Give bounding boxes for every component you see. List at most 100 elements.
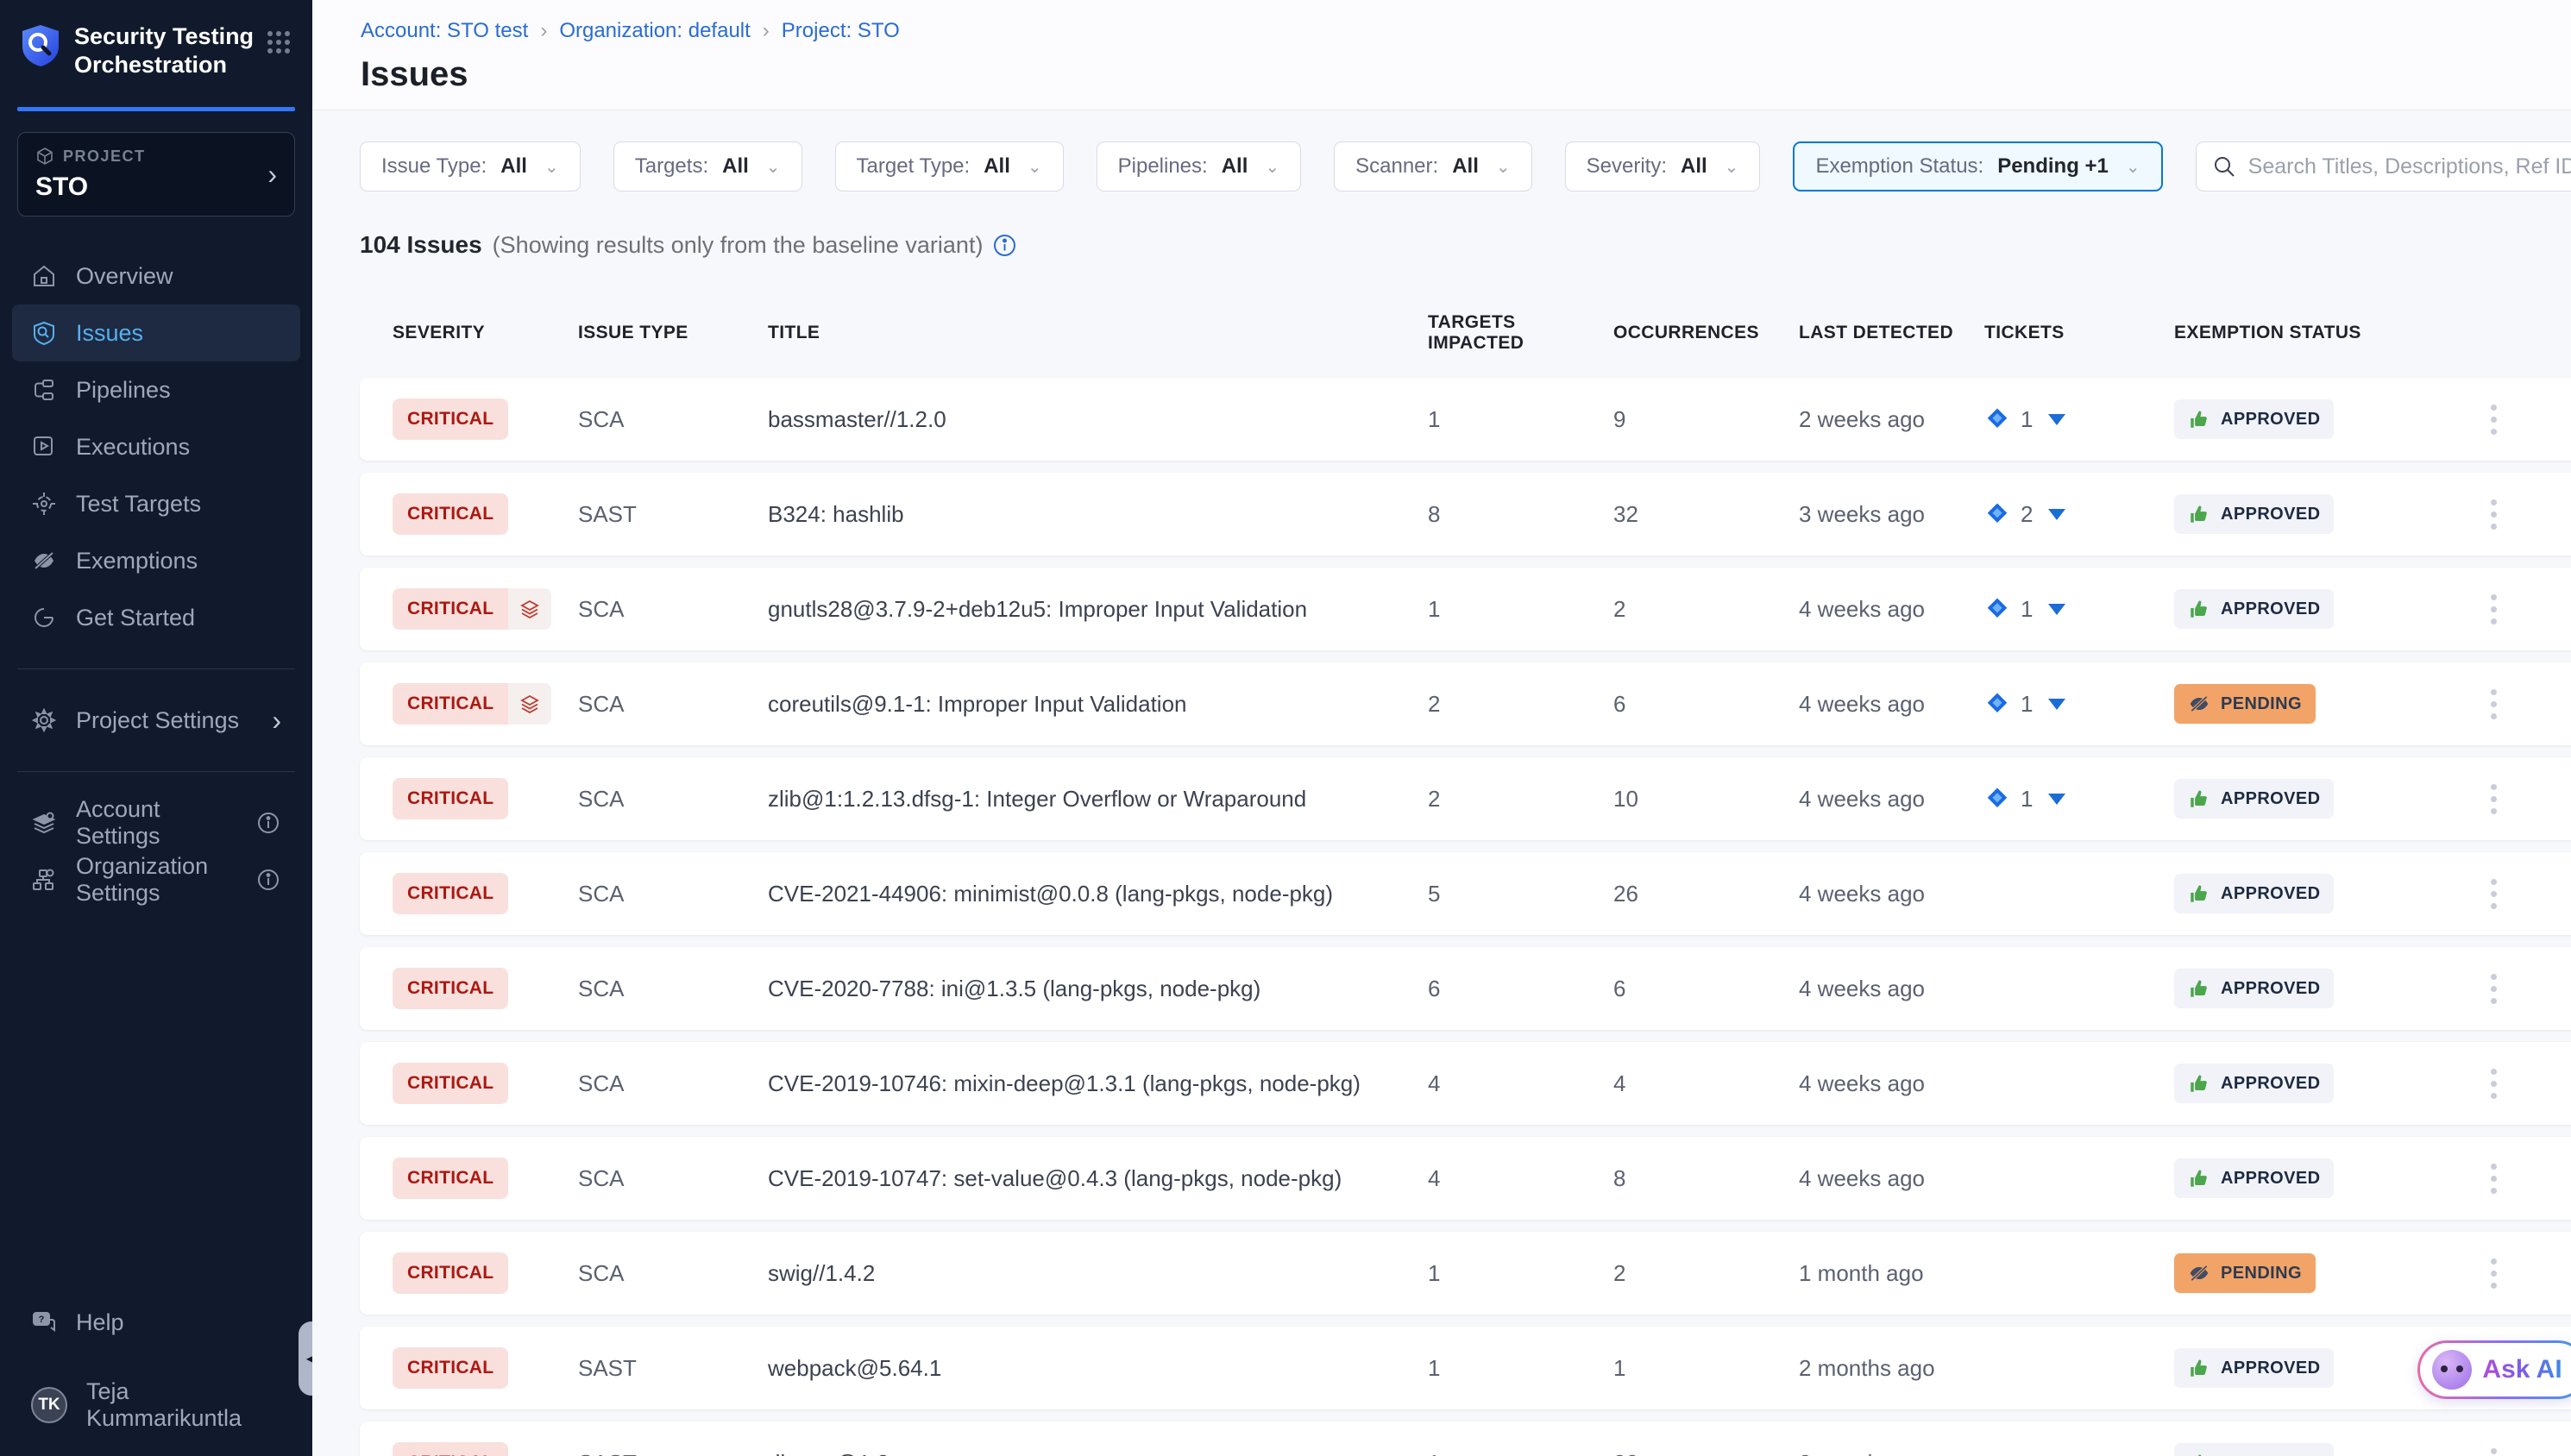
- chevron-down-icon: ⌄: [544, 156, 559, 178]
- filter-exemption-status[interactable]: Exemption Status:Pending +1⌄: [1793, 141, 2162, 191]
- jira-ticket-icon[interactable]: [1984, 596, 2010, 622]
- exemption-status-label: PENDING: [2221, 1264, 2302, 1283]
- search-input[interactable]: [2248, 154, 2571, 179]
- last-detected-cell: 4 weeks ago: [1799, 1165, 1984, 1192]
- severity-label: CRITICAL: [393, 1442, 508, 1456]
- table-row[interactable]: CRITICAL SCA gnutls28@3.7.9-2+deb12u5: I…: [360, 568, 2571, 650]
- table-row[interactable]: CRITICAL SAST django@1.2 1 22 2 months a…: [360, 1421, 2571, 1456]
- ticket-count: 1: [2021, 406, 2033, 433]
- ai-robot-icon: [2432, 1350, 2472, 1390]
- ticket-dropdown-caret-icon[interactable]: [2048, 509, 2065, 520]
- info-icon[interactable]: [255, 869, 281, 891]
- table-row[interactable]: CRITICAL SCA CVE-2020-7788: ini@1.3.5 (l…: [360, 947, 2571, 1030]
- shield-search-icon: [31, 320, 57, 346]
- row-menu-kebab-icon[interactable]: [2476, 499, 2511, 530]
- row-menu-kebab-icon[interactable]: [2476, 1164, 2511, 1194]
- severity-badge: CRITICAL: [393, 873, 508, 914]
- sidebar-item-issues[interactable]: Issues: [12, 304, 300, 361]
- table-row[interactable]: CRITICAL SCA CVE-2019-10746: mixin-deep@…: [360, 1042, 2571, 1125]
- main-area: Account: STO test › Organization: defaul…: [312, 0, 2571, 1456]
- sidebar-item-get-started[interactable]: Get Started: [12, 589, 300, 646]
- occurrences-cell: 10: [1613, 786, 1799, 813]
- jira-ticket-icon[interactable]: [1984, 501, 2010, 527]
- last-detected-cell: 1 month ago: [1799, 1260, 1984, 1287]
- last-detected-cell: 2 months ago: [1799, 1450, 1984, 1456]
- row-menu-kebab-icon[interactable]: [2476, 689, 2511, 719]
- row-menu-kebab-icon[interactable]: [2476, 1258, 2511, 1289]
- ticket-dropdown-caret-icon[interactable]: [2048, 699, 2065, 710]
- ask-ai-button[interactable]: Ask AI: [2417, 1340, 2571, 1399]
- breadcrumb-account-link[interactable]: Account: STO test: [361, 19, 528, 43]
- sidebar-item-help[interactable]: ? Help: [12, 1294, 300, 1351]
- table-header-row: SEVERITY ISSUE TYPE TITLE TARGETS IMPACT…: [360, 312, 2571, 354]
- jira-ticket-icon[interactable]: [1984, 691, 2010, 717]
- ticket-dropdown-caret-icon[interactable]: [2048, 414, 2065, 425]
- exemption-status-badge: APPROVED: [2174, 1443, 2334, 1456]
- filter-targets[interactable]: Targets:All⌄: [613, 141, 802, 191]
- sidebar-item-pipelines[interactable]: Pipelines: [12, 361, 300, 418]
- exemption-status-badge: APPROVED: [2174, 399, 2334, 439]
- filter-issue-type[interactable]: Issue Type:All⌄: [360, 141, 581, 191]
- row-menu-kebab-icon[interactable]: [2476, 405, 2511, 435]
- table-row[interactable]: CRITICAL SCA CVE-2019-10747: set-value@0…: [360, 1137, 2571, 1220]
- sidebar-item-test-targets[interactable]: Test Targets: [12, 475, 300, 532]
- row-menu-kebab-icon[interactable]: [2476, 1069, 2511, 1099]
- row-menu-kebab-icon[interactable]: [2476, 784, 2511, 814]
- sidebar-item-organization-settings[interactable]: Organization Settings: [12, 851, 300, 908]
- info-icon[interactable]: [993, 234, 1016, 257]
- issue-type-cell: SCA: [578, 596, 768, 623]
- sidebar-item-account-settings[interactable]: Account Settings: [12, 794, 300, 851]
- row-menu-kebab-icon[interactable]: [2476, 1448, 2511, 1456]
- severity-badge: CRITICAL: [393, 1252, 508, 1294]
- table-row[interactable]: CRITICAL SCA swig//1.4.2 1 2 1 month ago…: [360, 1232, 2571, 1315]
- exemption-status-label: APPROVED: [2221, 599, 2320, 619]
- filter-severity[interactable]: Severity:All⌄: [1565, 141, 1761, 191]
- occurrences-cell: 1: [1613, 1355, 1799, 1382]
- project-selector[interactable]: PROJECT STO ›: [17, 132, 295, 217]
- exemption-status-label: APPROVED: [2221, 1074, 2320, 1094]
- table-row[interactable]: CRITICAL SAST B324: hashlib 8 32 3 weeks…: [360, 473, 2571, 555]
- ticket-dropdown-caret-icon[interactable]: [2048, 604, 2065, 615]
- issue-type-cell: SAST: [578, 1355, 768, 1382]
- filter-pipelines[interactable]: Pipelines:All⌄: [1097, 141, 1302, 191]
- issue-title-cell: zlib@1:1.2.13.dfsg-1: Integer Overflow o…: [768, 786, 1428, 813]
- sidebar-item-project-settings[interactable]: Project Settings ›: [12, 692, 300, 749]
- org-tree-gear-icon: [31, 867, 57, 893]
- occurrences-cell: 22: [1613, 1450, 1799, 1456]
- col-targets-impacted: TARGETS IMPACTED: [1428, 312, 1613, 354]
- row-menu-kebab-icon[interactable]: [2476, 974, 2511, 1004]
- targets-impacted-cell: 1: [1428, 406, 1613, 433]
- sidebar-divider: [17, 771, 295, 772]
- row-menu-kebab-icon[interactable]: [2476, 594, 2511, 624]
- chevron-separator-icon: ›: [763, 19, 770, 43]
- sidebar-item-exemptions[interactable]: Exemptions: [12, 532, 300, 589]
- table-row[interactable]: CRITICAL SCA coreutils@9.1-1: Improper I…: [360, 662, 2571, 745]
- sto-shield-logo-icon: [21, 24, 60, 67]
- table-row[interactable]: CRITICAL SCA zlib@1:1.2.13.dfsg-1: Integ…: [360, 757, 2571, 840]
- row-menu-kebab-icon[interactable]: [2476, 879, 2511, 909]
- tickets-cell: 1: [1984, 691, 2174, 718]
- last-detected-cell: 4 weeks ago: [1799, 596, 1984, 623]
- breadcrumb-organization-link[interactable]: Organization: default: [559, 19, 750, 43]
- user-menu[interactable]: TK Teja Kummarikuntla: [12, 1377, 300, 1434]
- app-grid-icon[interactable]: [266, 29, 292, 55]
- jira-ticket-icon[interactable]: [1984, 786, 2010, 812]
- filter-scanner[interactable]: Scanner:All⌄: [1334, 141, 1532, 191]
- info-icon[interactable]: [255, 812, 281, 834]
- issue-title-cell: bassmaster//1.2.0: [768, 406, 1428, 433]
- tickets-cell: 1: [1984, 406, 2174, 433]
- targets-impacted-cell: 2: [1428, 691, 1613, 718]
- jira-ticket-icon[interactable]: [1984, 406, 2010, 432]
- ticket-dropdown-caret-icon[interactable]: [2048, 794, 2065, 805]
- sidebar-divider: [17, 668, 295, 669]
- sidebar-item-label: Organization Settings: [76, 853, 236, 907]
- ticket-count: 1: [2021, 786, 2033, 813]
- chevron-down-icon: ⌄: [1265, 156, 1279, 178]
- filter-target-type[interactable]: Target Type:All⌄: [835, 141, 1064, 191]
- sidebar-item-executions[interactable]: Executions: [12, 418, 300, 475]
- table-row[interactable]: CRITICAL SCA CVE-2021-44906: minimist@0.…: [360, 852, 2571, 935]
- sidebar-item-overview[interactable]: Overview: [12, 248, 300, 304]
- table-row[interactable]: CRITICAL SAST webpack@5.64.1 1 1 2 month…: [360, 1327, 2571, 1409]
- breadcrumb-project-link[interactable]: Project: STO: [782, 19, 900, 43]
- table-row[interactable]: CRITICAL SCA bassmaster//1.2.0 1 9 2 wee…: [360, 378, 2571, 461]
